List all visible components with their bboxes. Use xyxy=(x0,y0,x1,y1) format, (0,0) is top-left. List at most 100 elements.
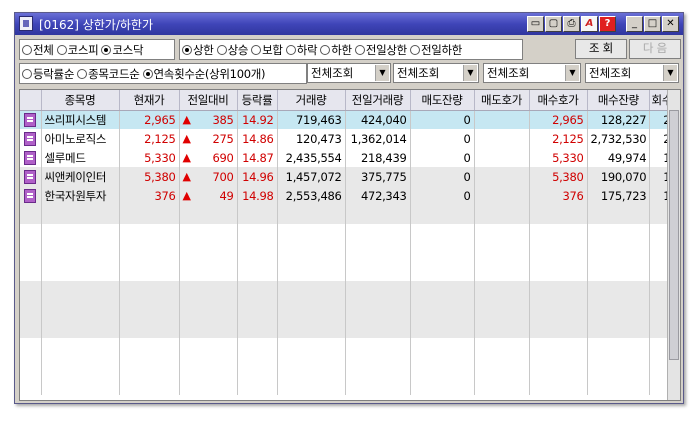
radio-prev-upper[interactable]: 전일상한 xyxy=(354,42,407,58)
chevron-down-icon[interactable]: ▼ xyxy=(463,65,477,81)
col-header-rate[interactable]: 등락률 xyxy=(237,90,278,111)
col-header-change[interactable]: 전일대비 xyxy=(179,90,238,111)
query-button[interactable]: 조 회 xyxy=(575,39,627,59)
table-row[interactable]: 한국자원투자 376 ▲ 49 14.98 2,553,486 472,343 0 376 175… xyxy=(20,186,675,205)
col-header-name[interactable]: 종목명 xyxy=(41,90,120,111)
table-row[interactable] xyxy=(20,376,675,395)
col-header-prev-volume[interactable]: 전일거래량 xyxy=(345,90,411,111)
col-header-ask-qty[interactable]: 매도잔량 xyxy=(410,90,475,111)
table-row[interactable] xyxy=(20,300,675,319)
radio-dot-selected[interactable] xyxy=(182,44,192,55)
table-row[interactable] xyxy=(20,357,675,376)
stock-info-icon[interactable] xyxy=(24,169,37,184)
filter-select-4[interactable]: 전체조회 ▼ xyxy=(585,63,679,83)
layout-icon[interactable]: ▭ xyxy=(527,16,544,32)
row-icon-cell[interactable] xyxy=(20,205,42,224)
radio-upper-limit[interactable]: 상한 xyxy=(182,42,214,58)
close-icon[interactable]: ✕ xyxy=(662,16,679,32)
print-icon[interactable]: ⎙ xyxy=(563,16,580,32)
radio-dot[interactable] xyxy=(22,68,32,79)
row-icon-cell[interactable] xyxy=(20,129,42,148)
row-icon-cell[interactable] xyxy=(20,262,42,281)
title-bar[interactable]: [0162] 상한가/하한가 ▭ ▢ ⎙ A ? _ □ ✕ xyxy=(15,13,683,35)
app-icon[interactable] xyxy=(19,16,33,31)
radio-sort-consecutive[interactable]: 연속횟수순(상위100개) xyxy=(142,66,266,82)
radio-dot-selected[interactable] xyxy=(101,44,112,55)
maximize-icon[interactable]: □ xyxy=(644,16,661,32)
col-header-bid-qty[interactable]: 매수잔량 xyxy=(587,90,651,111)
cell-price xyxy=(119,224,180,243)
cell-stock-name: 셀루메드 xyxy=(41,148,120,167)
row-icon-cell[interactable] xyxy=(20,148,42,167)
col-header-ask-price[interactable]: 매도호가 xyxy=(474,90,530,111)
scrollbar-thumb[interactable] xyxy=(669,110,679,360)
radio-dot[interactable] xyxy=(251,44,262,55)
row-icon-cell[interactable] xyxy=(20,376,42,395)
filter-select-3[interactable]: 전체조회 ▼ xyxy=(483,63,581,83)
vertical-scrollbar[interactable] xyxy=(667,90,680,400)
chevron-down-icon[interactable]: ▼ xyxy=(565,65,579,81)
radio-lower-limit[interactable]: 하한 xyxy=(320,42,352,58)
radio-market-kosdaq[interactable]: 코스닥 xyxy=(101,42,144,58)
row-icon-cell[interactable] xyxy=(20,338,42,357)
radio-market-all[interactable]: 전체 xyxy=(22,42,54,58)
stock-grid[interactable]: 종목명 현재가 전일대비 등락률 거래량 전일거래량 매도잔량 매도호가 매수호… xyxy=(19,89,681,401)
radio-rise[interactable]: 상승 xyxy=(216,42,248,58)
window-icon[interactable]: ▢ xyxy=(545,16,562,32)
row-icon-cell[interactable] xyxy=(20,186,42,205)
table-row[interactable] xyxy=(20,281,675,300)
row-icon-cell[interactable] xyxy=(20,224,42,243)
table-row[interactable] xyxy=(20,262,675,281)
filter-select-2[interactable]: 전체조회 ▼ xyxy=(393,63,479,83)
chevron-down-icon[interactable]: ▼ xyxy=(375,65,389,81)
col-header-bid-price[interactable]: 매수호가 xyxy=(529,90,588,111)
table-row[interactable] xyxy=(20,224,675,243)
row-icon-cell[interactable] xyxy=(20,167,42,186)
radio-flat[interactable]: 보합 xyxy=(251,42,283,58)
next-button[interactable]: 다 음 xyxy=(629,39,681,59)
cell-prev-volume: 375,775 xyxy=(345,167,411,186)
table-row[interactable] xyxy=(20,243,675,262)
radio-dot[interactable] xyxy=(320,44,331,55)
cell-bid-qty: 2,732,530 xyxy=(587,129,651,148)
radio-dot[interactable] xyxy=(22,44,32,55)
row-icon-cell[interactable] xyxy=(20,319,42,338)
stock-info-icon[interactable] xyxy=(24,131,37,146)
table-row[interactable]: 셀루메드 5,330 ▲ 690 14.87 2,435,554 218,439 0 5,330… xyxy=(20,148,675,167)
chevron-down-icon[interactable]: ▼ xyxy=(663,65,677,81)
row-icon-cell[interactable] xyxy=(20,243,42,262)
col-header-price[interactable]: 현재가 xyxy=(119,90,180,111)
radio-dot-selected[interactable] xyxy=(142,68,153,79)
radio-prev-lower[interactable]: 전일하한 xyxy=(409,42,462,58)
table-row[interactable]: 씨앤케이인터 5,380 ▲ 700 14.96 1,457,072 375,775 0 5,3… xyxy=(20,167,675,186)
change-value: 49 xyxy=(219,188,234,203)
table-row[interactable] xyxy=(20,319,675,338)
radio-dot[interactable] xyxy=(354,44,365,55)
row-icon-cell[interactable] xyxy=(20,357,42,376)
row-icon-cell[interactable] xyxy=(20,110,42,129)
col-header-volume[interactable]: 거래량 xyxy=(277,90,346,111)
table-row[interactable] xyxy=(20,338,675,357)
help-icon[interactable]: ? xyxy=(599,16,616,32)
radio-fall[interactable]: 하락 xyxy=(285,42,318,58)
up-arrow-icon: ▲ xyxy=(182,132,191,145)
radio-dot[interactable] xyxy=(216,44,227,55)
table-row[interactable]: 아미노로직스 2,125 ▲ 275 14.86 120,473 1,362,014 0 2,1… xyxy=(20,129,675,148)
row-icon-cell[interactable] xyxy=(20,300,42,319)
stock-info-icon[interactable] xyxy=(24,188,37,203)
radio-sort-rate[interactable]: 등락률순 xyxy=(22,66,74,82)
minimize-icon[interactable]: _ xyxy=(626,16,643,32)
radio-sort-code[interactable]: 종목코드순 xyxy=(77,66,140,82)
filter-select-1[interactable]: 전체조회 ▼ xyxy=(307,63,391,83)
font-icon[interactable]: A xyxy=(581,16,598,32)
stock-info-icon[interactable] xyxy=(24,113,37,127)
row-icon-cell[interactable] xyxy=(20,281,42,300)
stock-info-icon[interactable] xyxy=(24,150,37,165)
radio-dot[interactable] xyxy=(56,44,67,55)
radio-market-kospi[interactable]: 코스피 xyxy=(56,42,99,58)
table-row[interactable]: 쓰리피시스템 2,965 ▲ 385 14.92 719,463 424,040 0 2,965… xyxy=(20,110,675,129)
table-row[interactable] xyxy=(20,205,675,224)
radio-dot[interactable] xyxy=(77,68,88,79)
radio-dot[interactable] xyxy=(285,44,296,55)
radio-dot[interactable] xyxy=(409,44,420,55)
